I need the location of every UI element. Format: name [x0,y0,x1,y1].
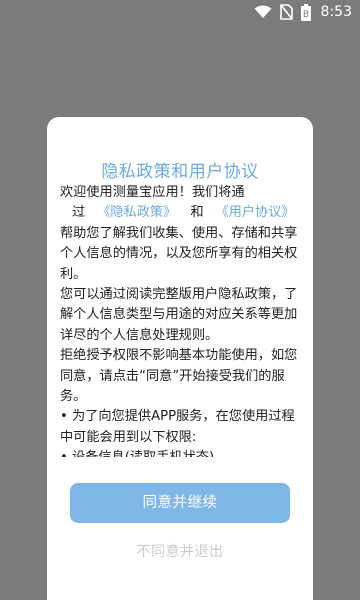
links-line: 过《隐私政策》和《用户协议》 [60,203,300,223]
battery-level: B [302,10,308,20]
and-text: 和 [190,205,204,221]
status-time: 8:53 [320,4,352,20]
disagree-button[interactable]: 不同意并退出 [47,541,313,561]
dialog-body: 欢迎使用测量宝应用！我们将通 过《隐私政策》和《用户协议》 帮助您了解我们收集、… [60,183,300,457]
user-agreement-link[interactable]: 《用户协议》 [216,205,295,220]
intro-text-1: 欢迎使用测量宝应用！我们将通 [60,185,245,200]
paragraph-2: 您可以通过阅读完整版用户隐私政策，了解个人信息类型与用途的对应关系等更加详尽的个… [60,287,298,343]
paragraph-5: • 设备信息(读取手机状态) [60,448,300,457]
intro-line: 欢迎使用测量宝应用！我们将通 [60,183,300,203]
paragraph-4: • 为了向您提供APP服务，在您使用过程中可能会用到以下权限: [60,409,295,445]
screen: B 8:53 隐私政策和用户协议 欢迎使用测量宝应用！我们将通 过《隐私政策》和… [0,0,360,600]
no-sim-icon [279,4,293,20]
wifi-icon [254,5,272,19]
paragraph-1-rest: 帮助您了解我们收集、使用、存储和共享个人信息的情况，以及您所享有的相关权利。 [60,225,298,282]
intro-text-2: 过 [72,205,86,221]
battery-icon: B [300,3,311,21]
paragraph-3: 拒绝授予权限不影响基本功能使用，如您同意，请点击“同意”开始接受我们的服务。 [60,348,298,405]
dialog-title: 隐私政策和用户协议 [101,162,259,182]
status-bar: B 8:53 [0,0,360,24]
agree-button[interactable]: 同意并继续 [70,483,290,523]
status-icons: B 8:53 [254,3,352,21]
privacy-policy-link[interactable]: 《隐私政策》 [97,205,176,220]
privacy-dialog: 隐私政策和用户协议 欢迎使用测量宝应用！我们将通 过《隐私政策》和《用户协议》 … [47,117,313,600]
